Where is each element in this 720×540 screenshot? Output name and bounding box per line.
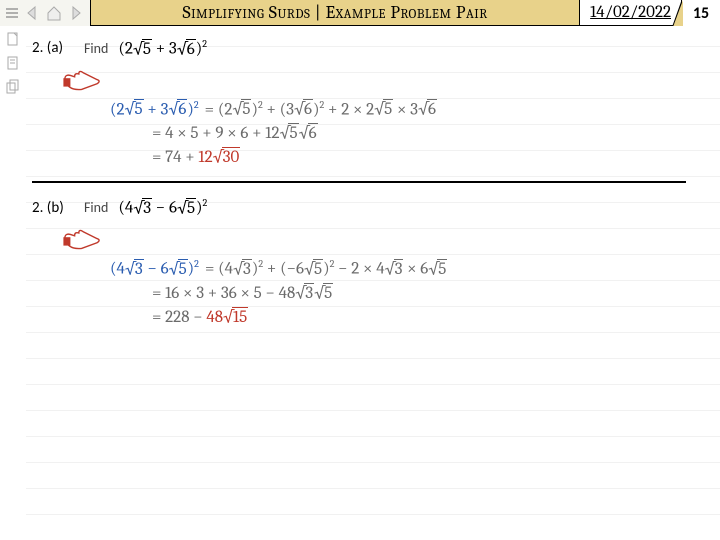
nav-cluster (0, 0, 90, 26)
page-content: 2. (a) Find (25 + 36)2 (25 + 36)2 = (25)… (26, 26, 720, 540)
home-icon[interactable] (44, 3, 64, 23)
new-page-icon[interactable] (4, 30, 22, 48)
side-tool-rail (0, 26, 27, 540)
problem-a-header: 2. (a) Find (25 + 36)2 (32, 38, 690, 59)
problem-b-instruction: Find (84, 199, 108, 216)
problem-b-expression: (43 − 65)2 (118, 197, 207, 218)
page-number: 15 (682, 0, 720, 26)
pointing-hand-icon (62, 65, 106, 97)
page-title: Simplifying Surds | Example Problem Pair (90, 0, 580, 26)
pointing-hand-icon (62, 224, 106, 256)
step-a-3: = 74 + 1230 (152, 148, 690, 167)
outline-icon[interactable] (4, 5, 20, 21)
step-b-expand-lhs: (43 − 65)2 (110, 258, 199, 279)
section-divider (32, 181, 686, 183)
step-a-expand-lhs: (25 + 36)2 (110, 99, 199, 120)
copy-page-icon[interactable] (4, 78, 22, 96)
problem-b-steps: = 16 × 3 + 36 × 5 − 4835 = 228 − 4815 (152, 284, 690, 327)
step-a-expand-rhs: = (25)2 + (36)2 + 2 × 25 × 36 (205, 99, 437, 120)
problem-a-expression: (25 + 36)2 (118, 38, 207, 59)
header-bar: Simplifying Surds | Example Problem Pair… (0, 0, 720, 27)
problem-b-expansion: (43 − 65)2 = (43)2 + (−65)2 − 2 × 43 × 6… (110, 258, 690, 279)
step-b-2: = 16 × 3 + 36 × 5 − 4835 (152, 284, 690, 303)
problem-a-label: 2. (a) (32, 39, 74, 57)
notes-icon[interactable] (4, 54, 22, 72)
problem-a-steps: = 4 × 5 + 9 × 6 + 1256 = 74 + 1230 (152, 124, 690, 167)
step-a-2: = 4 × 5 + 9 × 6 + 1256 (152, 124, 690, 143)
problem-b-label: 2. (b) (32, 199, 74, 217)
arrow-left-icon[interactable] (22, 3, 42, 23)
step-b-expand-rhs: = (43)2 + (−65)2 − 2 × 43 × 65 (205, 258, 447, 279)
problem-a-instruction: Find (84, 40, 108, 57)
problem-a-expansion: (25 + 36)2 = (25)2 + (36)2 + 2 × 25 × 36 (110, 99, 690, 120)
step-b-3: = 228 − 4815 (152, 308, 690, 327)
arrow-right-icon[interactable] (66, 3, 86, 23)
problem-b-header: 2. (b) Find (43 − 65)2 (32, 197, 690, 218)
header-date: 14/02/2022 (580, 0, 682, 26)
